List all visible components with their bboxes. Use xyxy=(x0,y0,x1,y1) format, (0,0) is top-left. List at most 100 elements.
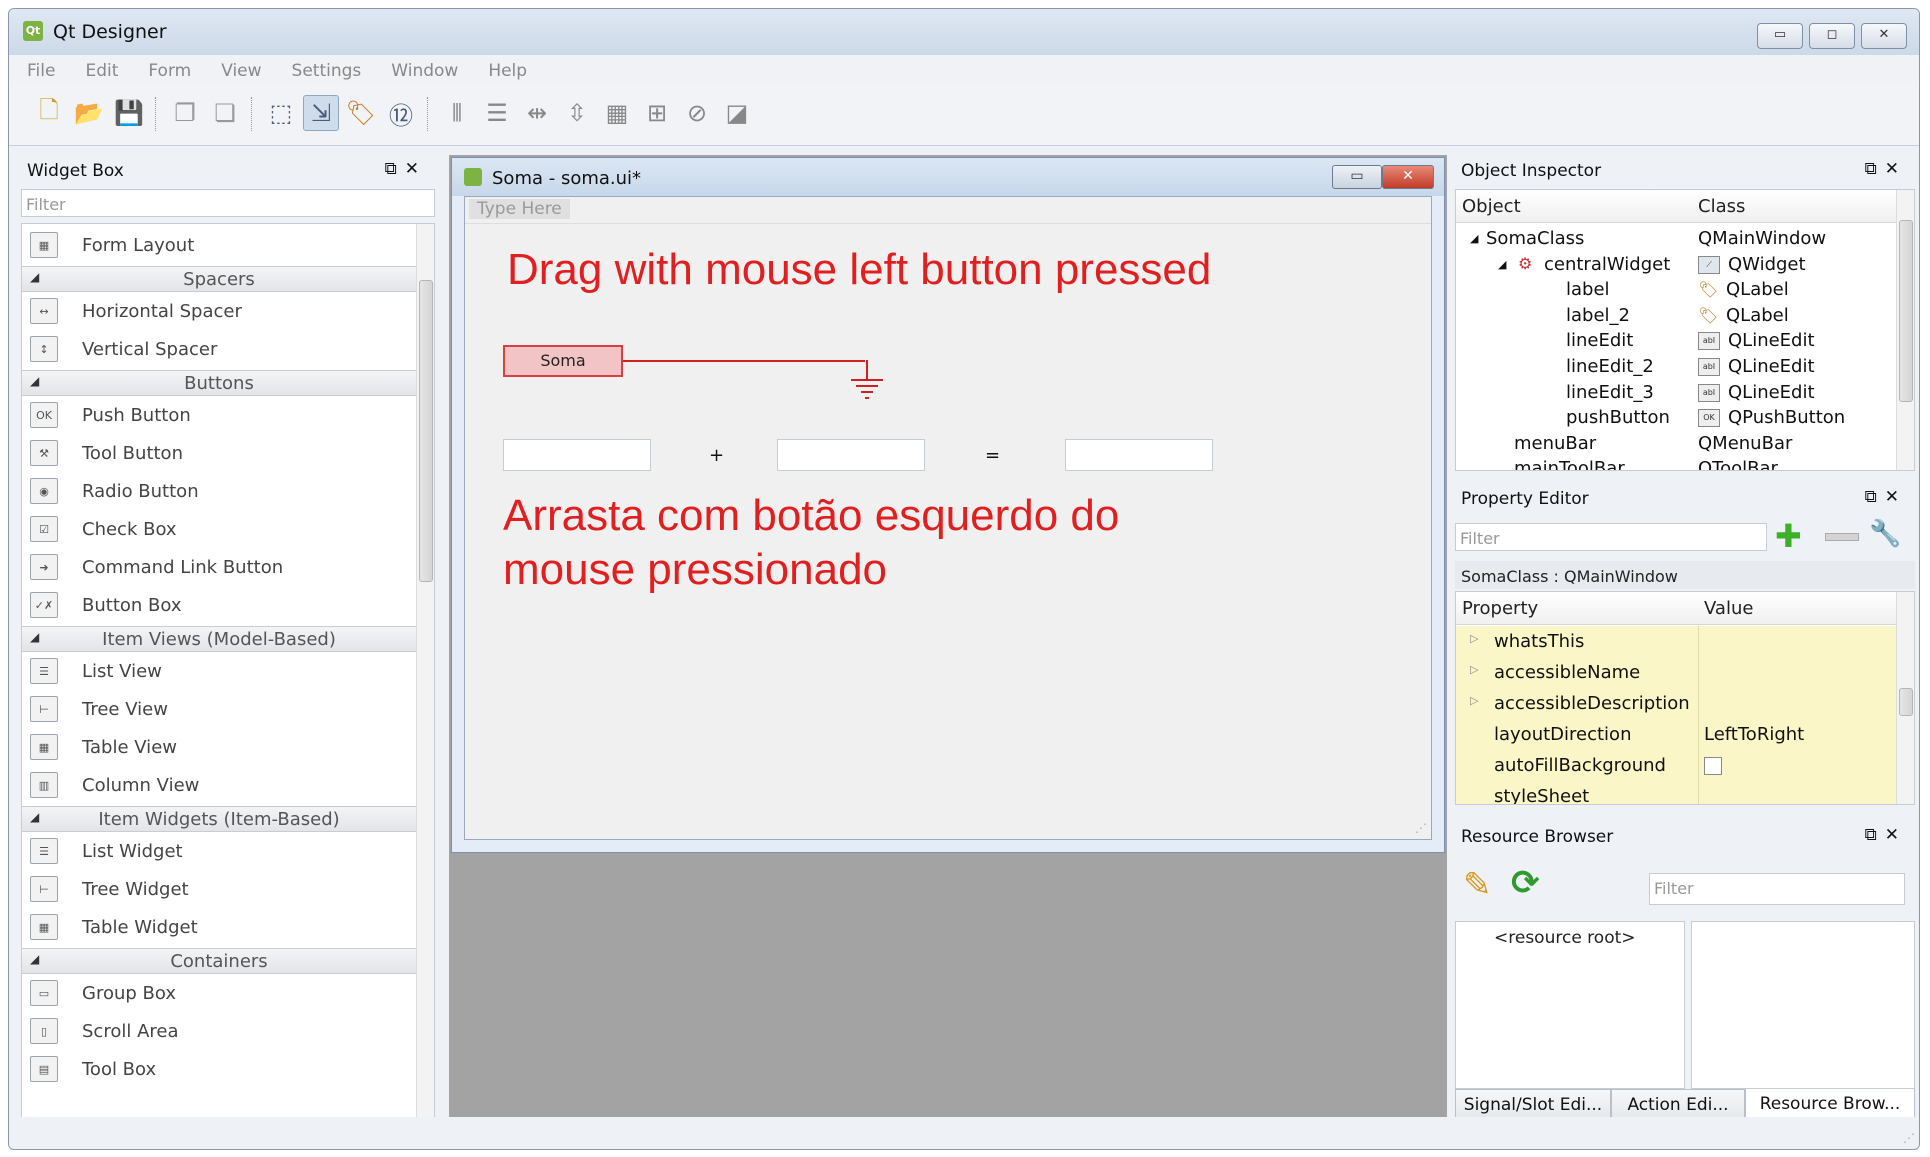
widget-item[interactable]: ➜ Command Link Button xyxy=(22,550,416,584)
label-portuguese-caption-1[interactable]: Arrasta com botão esquerdo do xyxy=(503,489,1119,543)
object-row[interactable]: pushButton OK QPushButton xyxy=(1456,405,1896,431)
close-icon[interactable]: ✕ xyxy=(1885,825,1907,845)
bring-to-front-icon[interactable]: ❏ xyxy=(207,95,243,131)
property-value[interactable]: LeftToRight xyxy=(1704,724,1804,745)
add-property-icon[interactable]: ✚ xyxy=(1775,517,1802,555)
layout-horizontal-icon[interactable]: ⫴ xyxy=(439,95,475,131)
send-to-back-icon[interactable]: ❐ xyxy=(167,95,203,131)
widget-item[interactable]: ▦ Form Layout xyxy=(22,228,416,262)
object-inspector-scrollbar[interactable] xyxy=(1896,190,1914,470)
object-row[interactable]: label 🏷 QLabel xyxy=(1456,277,1896,303)
line-edit-1[interactable] xyxy=(503,439,651,471)
category-spacers[interactable]: ◢ Spacers xyxy=(22,266,416,292)
menu-form[interactable]: Form xyxy=(130,55,203,81)
close-window-button[interactable]: ✕ xyxy=(1861,23,1907,49)
column-value[interactable]: Value xyxy=(1704,598,1753,619)
label-english-caption[interactable]: Drag with mouse left button pressed xyxy=(507,243,1211,297)
widget-item[interactable]: ▯ Scroll Area xyxy=(22,1014,416,1048)
reload-icon[interactable]: ⟳ xyxy=(1511,863,1540,903)
break-layout-icon[interactable]: ⊘ xyxy=(679,95,715,131)
widget-item[interactable]: ▥ Column View xyxy=(22,768,416,802)
object-row[interactable]: lineEdit_3 abI QLineEdit xyxy=(1456,380,1896,406)
new-file-icon[interactable]: 🗋 xyxy=(31,95,67,131)
category-buttons[interactable]: ◢ Buttons xyxy=(22,370,416,396)
property-row[interactable]: ▷ whatsThis xyxy=(1456,626,1896,658)
property-row[interactable]: styleSheet xyxy=(1456,781,1896,804)
widget-item[interactable]: ▦ Table Widget xyxy=(22,910,416,944)
type-here-menu[interactable]: Type Here xyxy=(469,199,570,219)
menu-view[interactable]: View xyxy=(203,55,273,81)
minimize-button[interactable]: ▭ xyxy=(1757,23,1803,49)
object-row[interactable]: lineEdit abI QLineEdit xyxy=(1456,328,1896,354)
form-close-button[interactable]: ✕ xyxy=(1382,165,1434,189)
open-file-icon[interactable]: 📂 xyxy=(71,95,107,131)
float-icon[interactable]: ⧉ xyxy=(1865,487,1885,507)
soma-push-button[interactable]: Soma xyxy=(503,345,623,377)
widget-item[interactable]: ⊢ Tree Widget xyxy=(22,872,416,906)
widget-item[interactable]: ☑ Check Box xyxy=(22,512,416,546)
edit-resources-pencil-icon[interactable]: ✎ xyxy=(1463,865,1492,905)
category-item-widgets-item-based[interactable]: ◢ Item Widgets (Item-Based) xyxy=(22,806,416,832)
adjust-size-icon[interactable]: ◪ xyxy=(719,95,755,131)
layout-form-icon[interactable]: ⊞ xyxy=(639,95,675,131)
window-resize-grip[interactable]: ⋰ xyxy=(1903,1131,1915,1145)
close-icon[interactable]: ✕ xyxy=(1885,487,1907,507)
float-icon[interactable]: ⧉ xyxy=(1865,825,1885,845)
property-row[interactable]: ▷ accessibleName xyxy=(1456,657,1896,689)
layout-grid-icon[interactable]: ▦ xyxy=(599,95,635,131)
expand-arrow-icon[interactable]: ◢ xyxy=(1498,258,1506,271)
object-row[interactable]: mainToolBar QToolBar xyxy=(1456,456,1896,470)
widget-item[interactable]: ☰ List Widget xyxy=(22,834,416,868)
object-row[interactable]: label_2 🏷 QLabel xyxy=(1456,303,1896,329)
line-edit-2[interactable] xyxy=(777,439,925,471)
menu-window[interactable]: Window xyxy=(373,55,470,81)
expand-arrow-icon[interactable]: ▷ xyxy=(1470,663,1478,676)
property-row[interactable]: layoutDirection LeftToRight xyxy=(1456,719,1896,751)
widget-box-filter[interactable]: Filter xyxy=(21,189,435,217)
menu-settings[interactable]: Settings xyxy=(274,55,374,81)
widget-item[interactable]: ⊢ Tree View xyxy=(22,692,416,726)
widget-item[interactable]: ↔ Horizontal Spacer xyxy=(22,294,416,328)
scrollbar-thumb[interactable] xyxy=(419,280,433,582)
form-window[interactable]: Soma - soma.ui* ▭ ✕ Type Here Drag with … xyxy=(451,157,1445,853)
object-row[interactable]: lineEdit_2 abI QLineEdit xyxy=(1456,354,1896,380)
object-row[interactable]: ◢ SomaClass QMainWindow xyxy=(1456,226,1896,252)
widget-item[interactable]: ⚒ Tool Button xyxy=(22,436,416,470)
widget-item[interactable]: ◉ Radio Button xyxy=(22,474,416,508)
configure-wrench-icon[interactable]: 🔧 xyxy=(1869,519,1901,549)
object-row[interactable]: ◢ ⚙ centralWidget ⟋ QWidget xyxy=(1456,252,1896,278)
float-icon[interactable]: ⧉ xyxy=(1865,159,1885,179)
widget-item[interactable]: ▦ Table View xyxy=(22,730,416,764)
resource-file-list[interactable] xyxy=(1691,921,1915,1089)
resource-filter[interactable]: Filter xyxy=(1649,873,1905,905)
widget-item[interactable]: ▭ Group Box xyxy=(22,976,416,1010)
object-row[interactable]: menuBar QMenuBar xyxy=(1456,431,1896,457)
menu-file[interactable]: File xyxy=(9,55,67,81)
widget-box-scrollbar[interactable] xyxy=(416,224,434,1124)
property-row[interactable]: autoFillBackground xyxy=(1456,750,1896,782)
edit-tab-order-icon[interactable]: ⑫ xyxy=(383,95,419,131)
form-canvas[interactable]: Type Here Drag with mouse left button pr… xyxy=(464,196,1432,840)
expand-arrow-icon[interactable]: ▷ xyxy=(1470,694,1478,707)
resource-tree[interactable]: <resource root> xyxy=(1455,921,1685,1089)
widget-item[interactable]: ↕ Vertical Spacer xyxy=(22,332,416,366)
widget-item[interactable]: ▤ Tool Box xyxy=(22,1052,416,1086)
column-class[interactable]: Class xyxy=(1698,196,1745,217)
expand-arrow-icon[interactable]: ◢ xyxy=(1470,232,1478,245)
property-editor-scrollbar[interactable] xyxy=(1896,592,1914,804)
layout-vertical-icon[interactable]: ☰ xyxy=(479,95,515,131)
edit-buddies-icon[interactable]: 🏷 xyxy=(343,95,379,131)
label-portuguese-caption-2[interactable]: mouse pressionado xyxy=(503,543,887,597)
float-icon[interactable]: ⧉ xyxy=(385,159,405,179)
layout-vertical-splitter-icon[interactable]: ⇳ xyxy=(559,95,595,131)
category-containers[interactable]: ◢ Containers xyxy=(22,948,416,974)
form-title-bar[interactable]: Soma - soma.ui* ▭ ✕ xyxy=(452,158,1444,196)
resize-grip[interactable]: ⋰ xyxy=(1415,821,1427,835)
close-icon[interactable]: ✕ xyxy=(405,159,427,179)
maximize-button[interactable]: ◻ xyxy=(1809,23,1855,49)
close-icon[interactable]: ✕ xyxy=(1885,159,1907,179)
category-item-views-model-based[interactable]: ◢ Item Views (Model-Based) xyxy=(22,626,416,652)
column-object[interactable]: Object xyxy=(1462,196,1521,217)
scrollbar-thumb[interactable] xyxy=(1899,220,1913,402)
resource-root-item[interactable]: <resource root> xyxy=(1494,928,1636,948)
